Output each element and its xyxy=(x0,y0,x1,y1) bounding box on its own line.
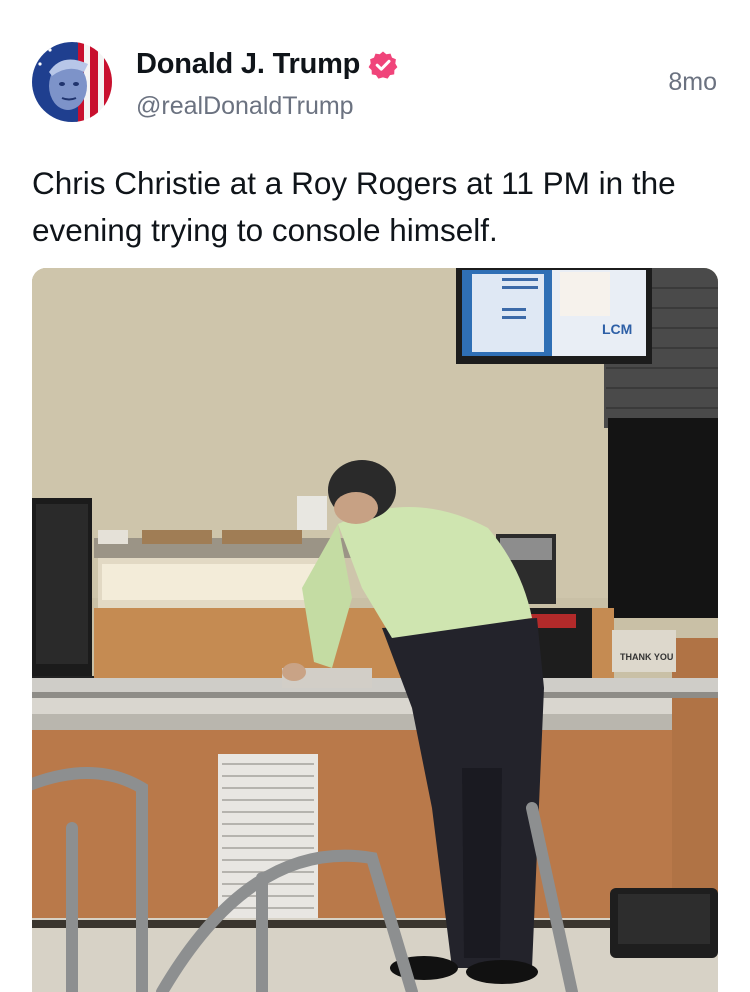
restaurant-photo: LCM THANK YOU xyxy=(32,268,718,992)
post-card[interactable]: Donald J. Trump @realDonaldTrump 8mo Chr… xyxy=(0,0,750,992)
author-handle[interactable]: @realDonaldTrump xyxy=(136,92,354,121)
tv-screen: LCM xyxy=(456,268,652,364)
display-name[interactable]: Donald J. Trump xyxy=(136,48,360,81)
author-name-row[interactable]: Donald J. Trump xyxy=(136,48,398,81)
post-timestamp[interactable]: 8mo xyxy=(668,68,717,97)
post-photo[interactable]: LCM THANK YOU xyxy=(32,268,718,992)
avatar[interactable] xyxy=(32,42,112,122)
post-text: Chris Christie at a Roy Rogers at 11 PM … xyxy=(32,165,676,248)
svg-text:THANK YOU: THANK YOU xyxy=(620,652,673,662)
verified-badge-icon xyxy=(368,51,398,79)
svg-text:LCM: LCM xyxy=(602,321,632,337)
flag-portrait-icon xyxy=(32,42,112,122)
